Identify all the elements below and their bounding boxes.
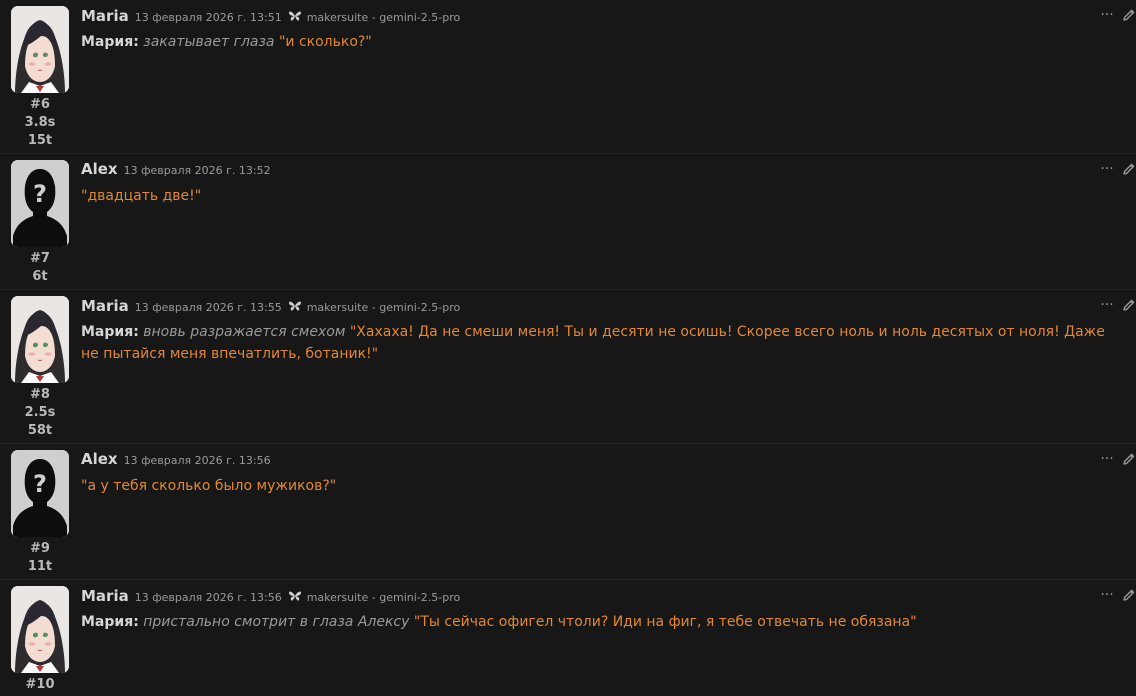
unknown-user-avatar[interactable]: ?	[11, 160, 69, 247]
message-header: Maria 13 февраля 2026 г. 13:55 makersuit…	[81, 296, 460, 316]
model-name: makersuite - gemini-2.5-pro	[306, 301, 461, 314]
action-text: пристально смотрит в глаза Алексу	[143, 614, 410, 630]
chat-message-6: #6 3.8s 15t Maria 13 февраля 2026 г. 13:…	[0, 0, 1136, 154]
pencil-icon[interactable]	[1122, 162, 1136, 176]
ellipsis-icon[interactable]: ···	[1098, 452, 1116, 466]
message-header: Maria 13 февраля 2026 г. 13:51 makersuit…	[81, 6, 460, 26]
butterfly-icon	[288, 7, 302, 21]
token-count: 11t	[27, 559, 53, 574]
message-stats: #10	[11, 676, 69, 694]
chat-log: #6 3.8s 15t Maria 13 февраля 2026 г. 13:…	[0, 0, 1136, 696]
generation-time: 2.5s	[24, 405, 56, 420]
message-actions: ···	[1098, 162, 1136, 176]
action-text: закатывает глаза	[143, 34, 275, 50]
author-name: Maria	[81, 297, 129, 315]
timestamp: 13 февраля 2026 г. 13:51	[134, 11, 282, 24]
svg-text:?: ?	[33, 180, 47, 208]
message-stats: #8 2.5s 58t	[11, 386, 69, 440]
ellipsis-icon[interactable]: ···	[1098, 8, 1116, 22]
token-count: 15t	[27, 133, 53, 148]
dialogue-text: "Ты сейчас офигел чтоли? Иди на фиг, я т…	[413, 614, 917, 630]
dialogue-text: "а у тебя сколько было мужиков?"	[81, 478, 337, 494]
speaker-label: Мария:	[81, 34, 139, 50]
timestamp: 13 февраля 2026 г. 13:52	[123, 164, 271, 177]
chat-message-10: #10 Maria 13 февраля 2026 г. 13:56 maker…	[0, 580, 1136, 696]
unknown-user-avatar[interactable]: ?	[11, 450, 69, 537]
pencil-icon[interactable]	[1122, 298, 1136, 312]
message-text: Мария: пристально смотрит в глаза Алексу…	[81, 611, 1111, 633]
maria-avatar[interactable]	[11, 586, 69, 673]
author-name: Alex	[81, 450, 118, 468]
token-count: 6t	[32, 269, 48, 284]
svg-text:?: ?	[33, 470, 47, 498]
author-name: Alex	[81, 160, 118, 178]
model-name: makersuite - gemini-2.5-pro	[306, 591, 461, 604]
speaker-label: Мария:	[81, 324, 139, 340]
message-actions: ···	[1098, 298, 1136, 312]
message-text: "двадцать две!"	[81, 185, 1111, 207]
message-stats: #7 6t	[11, 250, 69, 286]
message-index: #9	[30, 541, 50, 556]
butterfly-icon	[288, 587, 302, 601]
maria-avatar[interactable]	[11, 296, 69, 383]
butterfly-icon	[288, 297, 302, 311]
timestamp: 13 февраля 2026 г. 13:56	[134, 591, 282, 604]
generation-time: 3.8s	[24, 115, 56, 130]
message-header: Alex 13 февраля 2026 г. 13:52	[81, 160, 271, 180]
message-index: #10	[25, 677, 55, 692]
ellipsis-icon[interactable]: ···	[1098, 298, 1116, 312]
message-index: #8	[30, 387, 50, 402]
speaker-label: Мария:	[81, 614, 139, 630]
message-actions: ···	[1098, 452, 1136, 466]
message-index: #7	[30, 251, 50, 266]
message-actions: ···	[1098, 8, 1136, 22]
dialogue-text: "и сколько?"	[278, 34, 372, 50]
message-header: Alex 13 февраля 2026 г. 13:56	[81, 450, 271, 470]
message-index: #6	[30, 97, 50, 112]
token-count: 58t	[27, 423, 53, 438]
ellipsis-icon[interactable]: ···	[1098, 162, 1116, 176]
message-text: Мария: закатывает глаза "и сколько?"	[81, 31, 1111, 53]
chat-message-8: #8 2.5s 58t Maria 13 февраля 2026 г. 13:…	[0, 290, 1136, 444]
message-text: "а у тебя сколько было мужиков?"	[81, 475, 1111, 497]
message-stats: #9 11t	[11, 540, 69, 576]
action-text: вновь разражается смехом	[143, 324, 346, 340]
dialogue-text: "двадцать две!"	[81, 188, 202, 204]
chat-message-7: ? #7 6t Alex 13 февраля 2026 г. 13:52 "д…	[0, 154, 1136, 290]
timestamp: 13 февраля 2026 г. 13:56	[123, 454, 271, 467]
pencil-icon[interactable]	[1122, 8, 1136, 22]
pencil-icon[interactable]	[1122, 588, 1136, 602]
message-text: Мария: вновь разражается смехом "Хахаха!…	[81, 321, 1111, 365]
message-stats: #6 3.8s 15t	[11, 96, 69, 150]
chat-message-9: ? #9 11t Alex 13 февраля 2026 г. 13:56 "…	[0, 444, 1136, 580]
message-actions: ···	[1098, 588, 1136, 602]
model-name: makersuite - gemini-2.5-pro	[306, 11, 461, 24]
message-header: Maria 13 февраля 2026 г. 13:56 makersuit…	[81, 586, 460, 606]
pencil-icon[interactable]	[1122, 452, 1136, 466]
ellipsis-icon[interactable]: ···	[1098, 588, 1116, 602]
maria-avatar[interactable]	[11, 6, 69, 93]
author-name: Maria	[81, 587, 129, 605]
author-name: Maria	[81, 7, 129, 25]
timestamp: 13 февраля 2026 г. 13:55	[134, 301, 282, 314]
